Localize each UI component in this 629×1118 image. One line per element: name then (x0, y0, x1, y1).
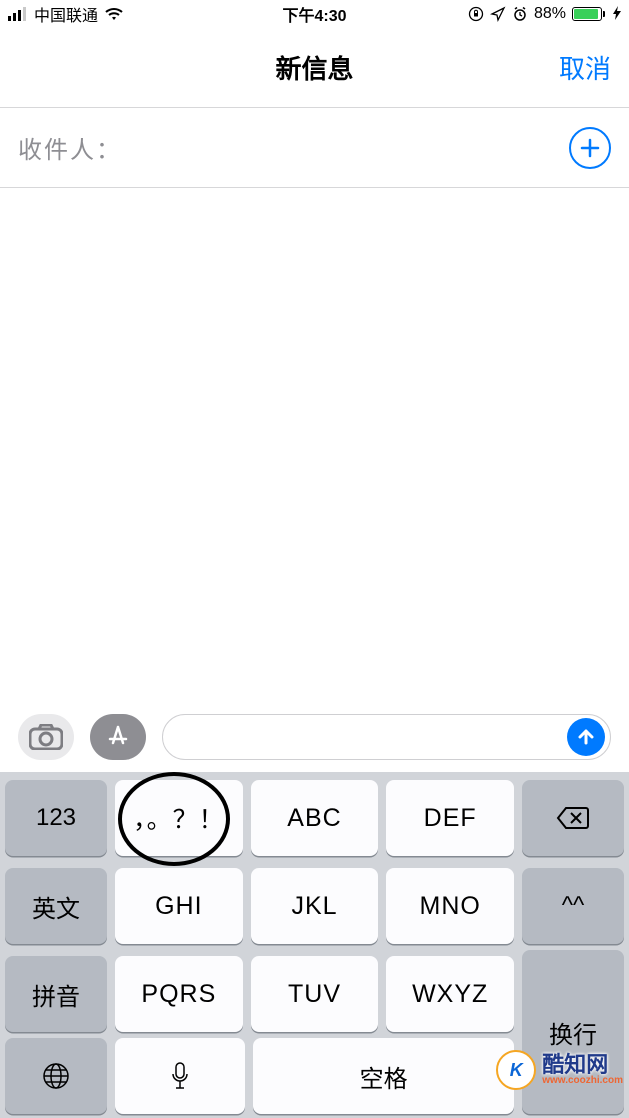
key-ghi[interactable]: GHI (115, 868, 243, 944)
key-emoji[interactable]: ^^ (522, 868, 624, 944)
camera-icon (29, 724, 63, 750)
key-mno[interactable]: MNO (386, 868, 514, 944)
camera-button[interactable] (18, 714, 74, 760)
key-pqrs[interactable]: PQRS (115, 956, 243, 1032)
message-input[interactable] (179, 726, 567, 749)
key-punct[interactable]: ，。？！ (115, 780, 243, 856)
status-bar: 中国联通 下午4:30 88% (0, 0, 629, 28)
status-time: 下午4:30 (282, 2, 346, 26)
key-123[interactable]: 123 (5, 780, 107, 856)
key-globe[interactable] (5, 1038, 107, 1114)
location-icon (490, 6, 506, 22)
recipient-input[interactable] (122, 134, 569, 162)
page-title: 新信息 (275, 49, 353, 86)
key-english[interactable]: 英文 (5, 868, 107, 944)
key-wxyz[interactable]: WXYZ (386, 956, 514, 1032)
key-return[interactable]: 换行 (522, 950, 624, 1114)
nav-header: 新信息 取消 (0, 28, 629, 108)
wifi-icon (104, 7, 124, 21)
key-space[interactable]: 空格 (253, 1038, 514, 1114)
backspace-icon (556, 806, 590, 830)
charging-icon (613, 6, 621, 23)
key-def[interactable]: DEF (386, 780, 514, 856)
key-abc[interactable]: ABC (251, 780, 379, 856)
input-accessory-bar (0, 702, 629, 772)
keyboard: 123 ，。？！ ABC DEF 英文 GHI JKL MNO ^^ 拼音 PQ… (0, 772, 629, 1118)
battery-percent: 88% (534, 5, 566, 23)
globe-icon (41, 1061, 71, 1091)
mic-icon (170, 1061, 190, 1091)
key-backspace[interactable] (522, 780, 624, 856)
send-button[interactable] (567, 718, 605, 756)
cancel-button[interactable]: 取消 (559, 49, 611, 86)
arrow-up-icon (576, 727, 596, 747)
carrier-name: 中国联通 (34, 2, 98, 26)
recipient-row: 收件人： (0, 108, 629, 188)
plus-icon (579, 137, 601, 159)
app-store-button[interactable] (90, 714, 146, 760)
add-recipient-button[interactable] (569, 127, 611, 169)
recipient-label: 收件人： (18, 130, 122, 165)
battery-icon (572, 7, 605, 21)
key-jkl[interactable]: JKL (251, 868, 379, 944)
app-store-icon (104, 723, 132, 751)
message-field[interactable] (162, 714, 611, 760)
key-dictation[interactable] (115, 1038, 245, 1114)
key-pinyin[interactable]: 拼音 (5, 956, 107, 1032)
key-tuv[interactable]: TUV (251, 956, 379, 1032)
rotation-lock-icon (468, 6, 484, 22)
alarm-icon (512, 6, 528, 22)
cell-signal-icon (8, 7, 28, 21)
message-body-area[interactable] (0, 188, 629, 702)
